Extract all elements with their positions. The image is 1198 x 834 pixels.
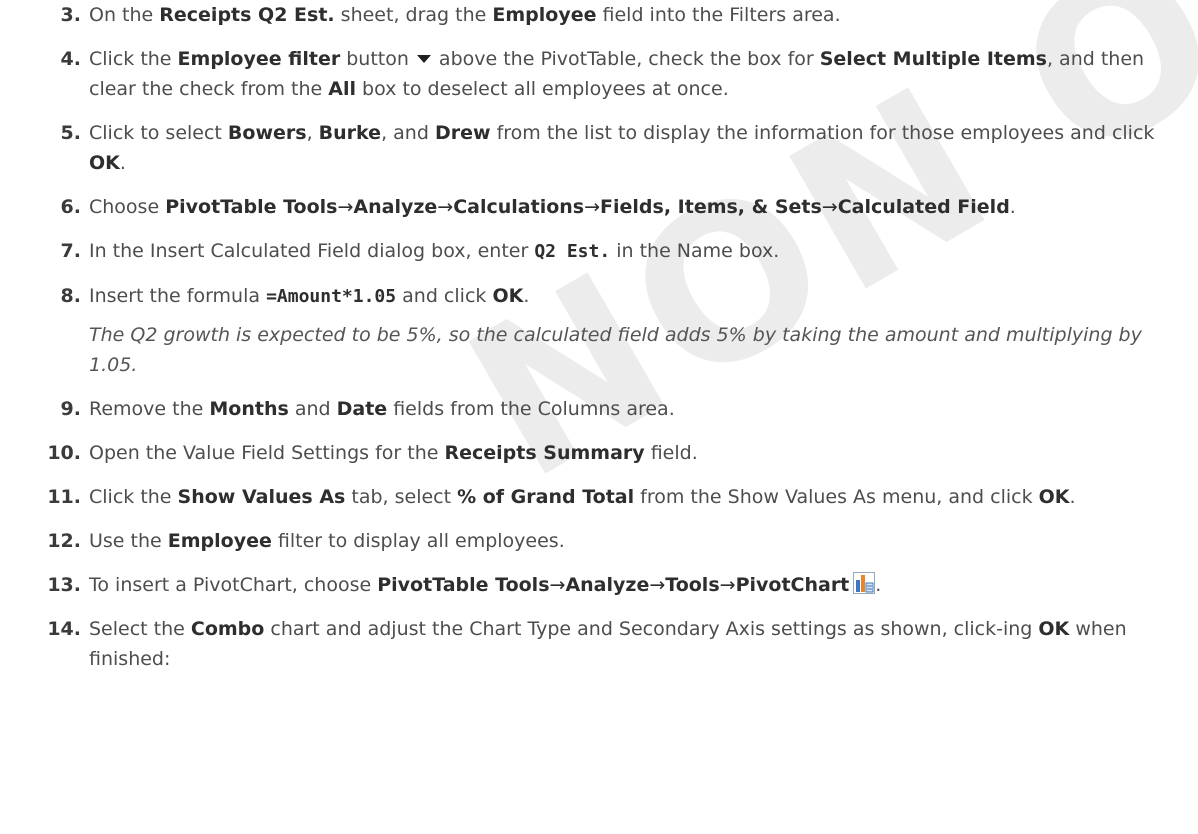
option-name: All [328,78,357,100]
text: Insert the formula [89,285,267,307]
formula-text: =Amount*1.05 [266,286,397,307]
step-8: 8. Insert the formula =Amount*1.05 and c… [0,281,1198,312]
text: field. [644,442,698,464]
text: tab, select [345,486,458,508]
text: Click to select [89,122,228,144]
field-name: Date [336,398,388,420]
step-number: 6. [60,196,81,218]
menu-path: Calculations [453,196,585,218]
text: from the Show Values As menu, and click [634,486,1039,508]
step-6: 6. Choose PivotTable Tools→Analyze→Calcu… [0,192,1198,222]
sheet-name: Receipts Q2 Est. [159,4,335,26]
text: Click the [89,486,178,508]
step-10: 10. Open the Value Field Settings for th… [0,438,1198,468]
chart-type: Combo [190,618,265,640]
text: in the Name box. [610,240,780,262]
text: button [340,48,409,70]
option-name: Select Multiple Items [819,48,1047,70]
text: . [523,285,530,307]
text: . [1009,196,1016,218]
text: from the list to display the information… [490,122,1155,144]
text: Select the [89,618,191,640]
arrow: → [821,196,838,218]
field-name: Employee [492,4,597,26]
step-number: 7. [60,240,81,262]
step-number: 3. [60,4,81,26]
text: In the Insert Calculated Field dialog bo… [89,240,535,262]
step-number: 9. [60,398,81,420]
step-5: 5. Click to select Bowers, Burke, and Dr… [0,118,1198,178]
step-number: 8. [60,285,81,307]
menu-path: PivotTable Tools [165,196,338,218]
text: . [875,574,882,596]
text: and [288,398,337,420]
menu-path: Analyze [565,574,650,596]
text: box to deselect all employees at once. [356,78,729,100]
text: field into the Filters area. [596,4,841,26]
menu-path: PivotTable Tools [377,574,550,596]
menu-path: PivotChart [735,574,850,596]
arrow: → [337,196,354,218]
menu-path: Fields, Items, & Sets [600,196,822,218]
button-name: OK [1038,618,1070,640]
menu-path: Calculated Field [837,196,1010,218]
text: and click [396,285,493,307]
step-12: 12. Use the Employee filter to display a… [0,526,1198,556]
employee-name: Bowers [227,122,307,144]
text: sheet, drag the [334,4,493,26]
arrow: → [437,196,454,218]
dropdown-arrow-icon [416,55,431,63]
field-name: Employee [167,530,272,552]
text: , and [381,122,435,144]
menu-path: Tools [665,574,720,596]
text: Click the [89,48,178,70]
step-9: 9. Remove the Months and Date fields fro… [0,394,1198,424]
tab-name: Show Values As [177,486,346,508]
step-number: 12. [47,530,81,552]
step-4: 4. Click the Employee filter button above… [0,44,1198,104]
code-text: Q2 Est. [534,241,611,262]
arrow: → [549,574,566,596]
field-name: Months [209,398,289,420]
button-name: OK [1038,486,1070,508]
instruction-list: 3. On the Receipts Q2 Est. sheet, drag t… [0,0,1198,688]
button-name: OK [492,285,524,307]
text: On the [89,4,160,26]
text: Use the [89,530,168,552]
button-name: OK [89,152,120,174]
option-name: % of Grand Total [457,486,635,508]
text: Choose [89,196,166,218]
step-number: 14. [47,618,81,640]
text: Open the Value Field Settings for the [89,442,445,464]
text: . [119,152,126,174]
step-number: 10. [47,442,81,464]
step-number: 11. [47,486,81,508]
step-number: 5. [60,122,81,144]
arrow: → [719,574,736,596]
step-number: 4. [60,48,81,70]
text: above the PivotTable, check the box for [438,48,820,70]
employee-name: Burke [318,122,382,144]
arrow: → [584,196,601,218]
field-name: Receipts Summary [444,442,645,464]
step-note: The Q2 growth is expected to be 5%, so t… [89,324,1142,376]
text: , [306,122,319,144]
text: fields from the Columns area. [387,398,675,420]
arrow: → [649,574,666,596]
text: To insert a PivotChart, choose [89,574,378,596]
step-3: 3. On the Receipts Q2 Est. sheet, drag t… [0,0,1198,30]
text: Remove the [89,398,210,420]
text: filter to display all employees. [271,530,565,552]
step-14: 14. Select the Combo chart and adjust th… [0,614,1198,674]
step-11: 11. Click the Show Values As tab, select… [0,482,1198,512]
text: chart and adjust the Chart Type and Seco… [264,618,1039,640]
button-name: Employee filter [177,48,341,70]
step-13: 13. To insert a PivotChart, choose Pivot… [0,570,1198,600]
employee-name: Drew [434,122,491,144]
pivotchart-icon [853,572,876,594]
step-number: 13. [47,574,81,596]
step-7: 7. In the Insert Calculated Field dialog… [0,236,1198,267]
text: . [1069,486,1076,508]
menu-path: Analyze [353,196,438,218]
